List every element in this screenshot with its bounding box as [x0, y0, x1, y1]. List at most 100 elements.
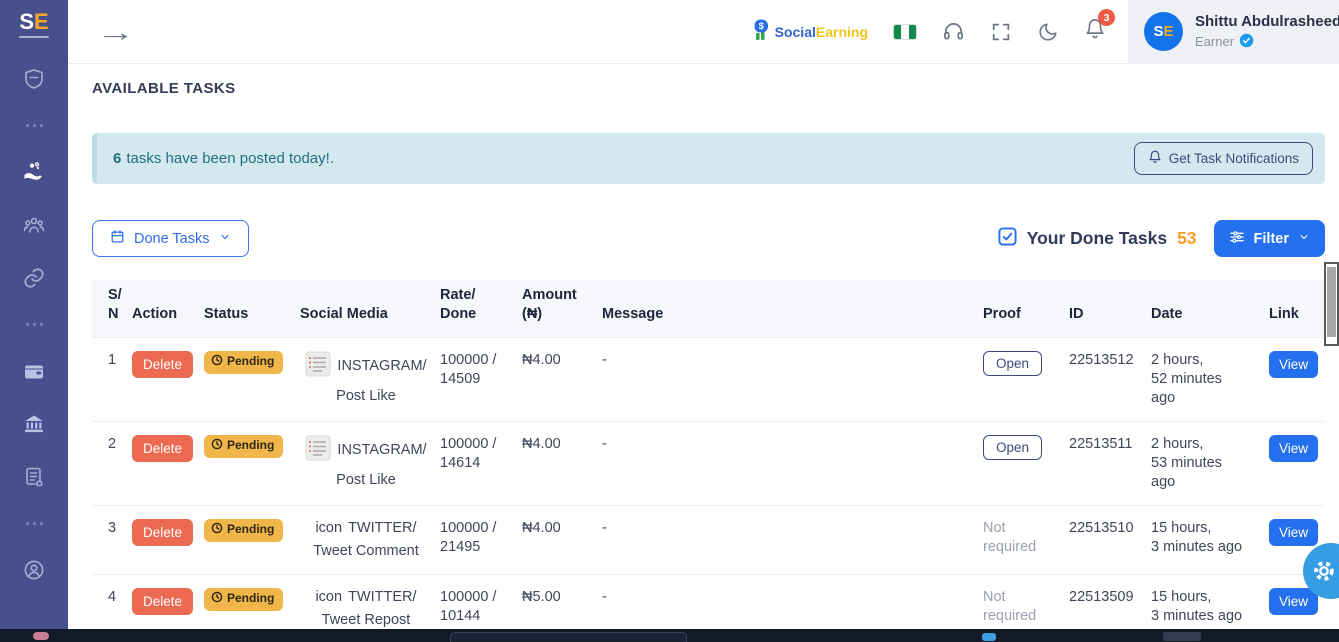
statements-document-icon: [22, 465, 46, 489]
cell-social-media: INSTAGRAM/ Post Like: [300, 421, 440, 505]
taskbar-item: [982, 633, 996, 641]
view-button[interactable]: View: [1269, 588, 1318, 615]
cell-message: -: [602, 421, 983, 505]
chevron-down-icon: [1298, 231, 1310, 247]
sidebar-collapse-arrow-icon[interactable]: →: [96, 19, 135, 45]
os-taskbar-sliver: [0, 629, 1339, 642]
wallet-icon: [22, 359, 46, 383]
proof-open-button[interactable]: Open: [983, 435, 1042, 460]
delete-button[interactable]: Delete: [132, 351, 193, 378]
social-media-thumbnail-icon: [305, 435, 331, 467]
clock-icon: [211, 522, 223, 539]
main-area: → $ SocialEarning 3 SE Shittu Abdulrash: [68, 0, 1339, 642]
view-button[interactable]: View: [1269, 351, 1318, 378]
cell-sn: 3: [92, 505, 132, 574]
profile-user-icon: [22, 558, 46, 582]
brand-icon: $: [753, 17, 773, 47]
sidebar-item-referrals[interactable]: [0, 198, 68, 251]
cell-rate-done: 100000 /21495: [440, 505, 522, 574]
get-task-notifications-button[interactable]: Get Task Notifications: [1134, 142, 1313, 175]
sidebar-item-wallet[interactable]: [0, 344, 68, 397]
scrollbar-thumb[interactable]: [1327, 267, 1336, 337]
brand-logo[interactable]: $ SocialEarning: [753, 17, 868, 47]
your-done-tasks[interactable]: Your Done Tasks 53: [998, 227, 1197, 251]
app-logo-text: SE: [19, 11, 48, 33]
user-name: Shittu Abdulrasheed: [1195, 13, 1339, 30]
status-badge: Pending: [204, 435, 283, 458]
user-avatar: SE: [1144, 12, 1183, 51]
cell-message: -: [602, 337, 983, 421]
vertical-scrollbar[interactable]: [1324, 262, 1339, 346]
table-row: 2 Delete Pending INSTAGRAM/ Post Like 10…: [92, 421, 1325, 505]
col-action: Action: [132, 280, 204, 337]
sidebar-item-tasks[interactable]: [0, 52, 68, 105]
sidebar-item-earn[interactable]: [0, 145, 68, 198]
nigeria-flag[interactable]: [893, 24, 917, 40]
topbar-actions: $ SocialEarning 3: [753, 17, 1106, 47]
sidebar-nav: [0, 52, 68, 596]
checkbox-check-icon: [998, 227, 1017, 251]
cell-amount: ₦4.00: [522, 505, 602, 574]
your-done-tasks-count: 53: [1177, 228, 1196, 249]
col-rate-done: Rate/Done: [440, 280, 522, 337]
cell-id: 22513512: [1069, 337, 1151, 421]
sidebar-item-profile[interactable]: [0, 543, 68, 596]
app-logo-subtext: [19, 36, 49, 38]
col-status: Status: [204, 280, 300, 337]
headset-icon[interactable]: [942, 20, 965, 43]
dark-mode-moon-icon[interactable]: [1037, 21, 1059, 43]
col-link: Link: [1269, 280, 1325, 337]
cell-rate-done: 100000 /14614: [440, 421, 522, 505]
fullscreen-icon[interactable]: [990, 21, 1012, 43]
app-logo[interactable]: SE: [19, 11, 49, 38]
app-screen: SE: [0, 0, 1339, 642]
verified-badge-icon: [1239, 33, 1254, 51]
col-date: Date: [1151, 280, 1269, 337]
banner-message: tasks have been posted today!.: [126, 150, 334, 167]
clock-icon: [211, 591, 223, 608]
chevron-down-icon: [219, 231, 231, 247]
table-header: S/N Action Status Social Media Rate/Done…: [92, 280, 1325, 337]
topbar: → $ SocialEarning 3 SE Shittu Abdulrash: [68, 0, 1339, 64]
delete-button[interactable]: Delete: [132, 435, 193, 462]
cell-sn: 1: [92, 337, 132, 421]
cell-date: 2 hours,53 minutesago: [1151, 421, 1269, 505]
col-proof: Proof: [983, 280, 1069, 337]
delete-button[interactable]: Delete: [132, 519, 193, 546]
notifications-bell[interactable]: 3: [1084, 18, 1106, 45]
filter-sliders-icon: [1229, 229, 1245, 249]
view-button[interactable]: View: [1269, 519, 1318, 546]
sidebar: SE: [0, 0, 68, 642]
col-social-media: Social Media: [300, 280, 440, 337]
calendar-icon: [110, 229, 125, 248]
filter-button[interactable]: Filter: [1214, 220, 1325, 257]
view-button[interactable]: View: [1269, 435, 1318, 462]
status-badge: Pending: [204, 519, 283, 542]
taskbar-search-box: [450, 632, 687, 642]
sidebar-section-divider: [26, 304, 43, 344]
bank-icon: [22, 412, 46, 436]
sidebar-item-statements[interactable]: [0, 450, 68, 503]
toolbar-right: Your Done Tasks 53 Filter: [998, 220, 1325, 257]
user-panel[interactable]: SE Shittu Abdulrasheed Earner: [1128, 0, 1339, 64]
delete-button[interactable]: Delete: [132, 588, 193, 615]
referrals-people-icon: [22, 213, 46, 237]
user-info: Shittu Abdulrasheed Earner: [1195, 13, 1339, 51]
cell-rate-done: 100000 /14509: [440, 337, 522, 421]
cell-message: -: [602, 505, 983, 574]
page-title: AVAILABLE TASKS: [92, 80, 1325, 98]
done-tasks-dropdown[interactable]: Done Tasks: [92, 220, 249, 257]
cell-social-media: INSTAGRAM/ Post Like: [300, 337, 440, 421]
broken-image-alt-text: icon: [315, 519, 342, 538]
notification-count-badge: 3: [1098, 9, 1115, 26]
table-row: 3 Delete Pending iconTWITTER/ Tweet Comm…: [92, 505, 1325, 574]
col-sn: S/N: [92, 280, 132, 337]
proof-open-button[interactable]: Open: [983, 351, 1042, 376]
earn-hand-coins-icon: [21, 160, 47, 184]
taskbar-item: [33, 632, 49, 640]
sidebar-item-links[interactable]: [0, 251, 68, 304]
cell-proof: Not required: [983, 505, 1069, 574]
cell-social-media: iconTWITTER/ Tweet Comment: [300, 505, 440, 574]
sidebar-item-bank[interactable]: [0, 397, 68, 450]
status-badge: Pending: [204, 351, 283, 374]
